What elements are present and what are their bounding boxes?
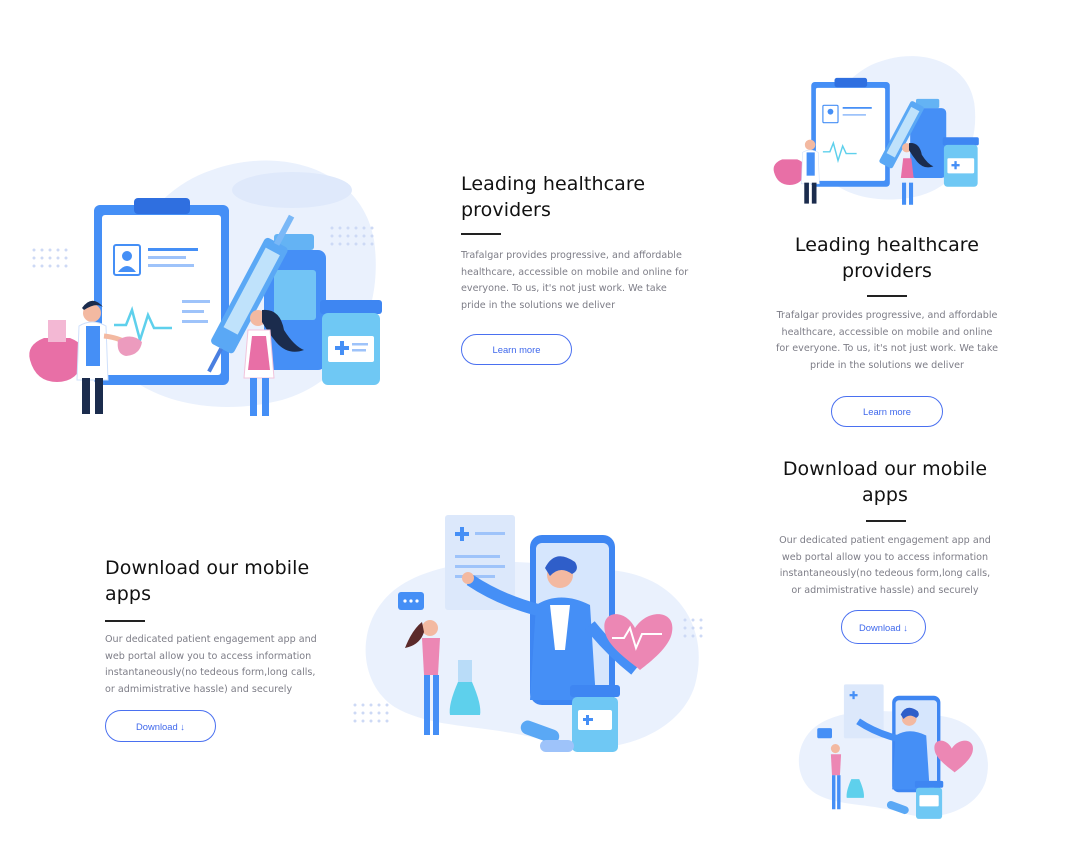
title-underline bbox=[461, 233, 501, 235]
apps-title-mobile: Download our mobile apps bbox=[782, 458, 988, 506]
download-button[interactable]: Download ↓ bbox=[105, 710, 216, 742]
apps-title: Download our mobile apps bbox=[105, 557, 310, 605]
healthcare-title: Leading healthcare providers bbox=[461, 173, 646, 221]
healthcare-description-mobile: Trafalgar provides progressive, and affo… bbox=[776, 310, 998, 371]
learn-more-button[interactable]: Learn more bbox=[461, 334, 572, 365]
apps-illustration-mobile bbox=[790, 680, 1000, 825]
apps-description: Our dedicated patient engagement app and… bbox=[105, 634, 317, 695]
title-underline bbox=[866, 520, 906, 522]
title-underline bbox=[867, 295, 907, 297]
healthcare-illustration bbox=[22, 150, 392, 425]
healthcare-title-mobile: Leading healthcare providers bbox=[794, 234, 980, 282]
healthcare-illustration-mobile bbox=[767, 50, 987, 210]
download-button-mobile[interactable]: Download ↓ bbox=[841, 610, 926, 644]
apps-description-mobile: Our dedicated patient engagement app and… bbox=[779, 535, 991, 596]
learn-more-button-mobile[interactable]: Learn more bbox=[831, 396, 943, 427]
healthcare-description: Trafalgar provides progressive, and affo… bbox=[461, 250, 689, 311]
title-underline bbox=[105, 620, 145, 622]
apps-illustration bbox=[350, 510, 720, 760]
